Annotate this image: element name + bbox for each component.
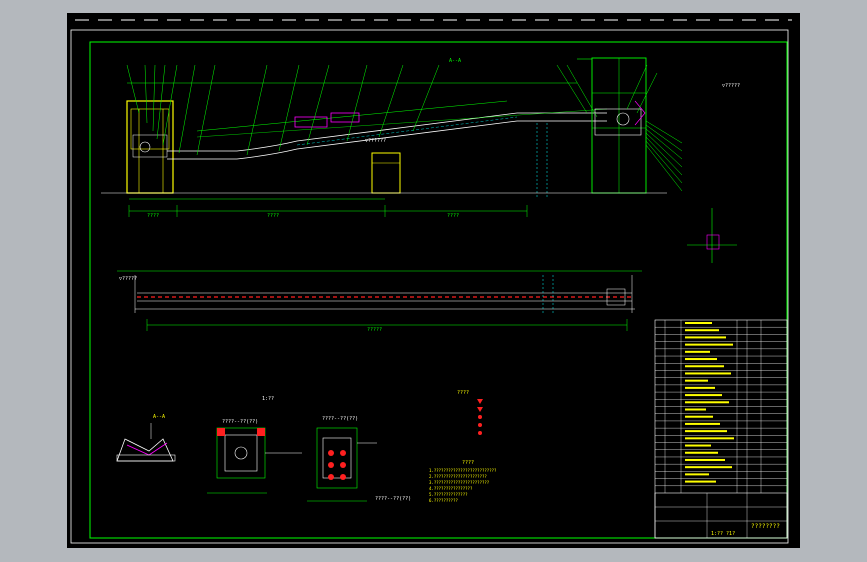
table-cell-mark xyxy=(685,451,718,454)
section-marker: A--A xyxy=(449,58,462,64)
table-cell-mark xyxy=(685,444,711,447)
middle-support xyxy=(371,152,401,194)
table-cell-mark xyxy=(685,386,715,389)
table-cell-mark xyxy=(685,401,729,404)
table-cell-mark xyxy=(685,466,732,469)
section-aa xyxy=(116,423,176,462)
side-detail-label: ????--??(??) xyxy=(375,496,412,502)
table-cell-mark xyxy=(685,437,734,440)
table-cell-mark xyxy=(685,329,719,332)
parts-table xyxy=(654,319,788,539)
note-6: 6.?????????? xyxy=(429,498,458,503)
tail-detail-label: ????--??(??) xyxy=(222,419,259,425)
notes-title: ???? xyxy=(462,460,475,466)
table-cell-mark xyxy=(685,394,722,397)
head-detail-label: ????--??(??) xyxy=(322,416,359,422)
dimension-mid: ???? xyxy=(267,213,280,219)
right-small-detail xyxy=(687,208,737,263)
table-cell-mark xyxy=(685,365,724,368)
legend-symbols xyxy=(477,399,483,435)
table-cell-mark xyxy=(685,336,726,339)
table-cell-mark xyxy=(685,379,708,382)
inner-frame xyxy=(89,41,788,539)
table-cell-mark xyxy=(685,430,727,433)
view-aa-label: A--A xyxy=(153,414,166,420)
table-cell-mark xyxy=(685,480,716,483)
table-cell-mark xyxy=(685,322,712,324)
title-block-sheet: 1:?? ?1? xyxy=(711,531,736,537)
table-cell-mark xyxy=(685,473,709,476)
title-block-title: ???????? xyxy=(751,523,780,530)
table-cell-mark xyxy=(685,350,710,353)
plan-label-left: ▽????? xyxy=(119,276,138,282)
outer-border xyxy=(70,29,789,544)
plan-view xyxy=(117,270,642,331)
dimension-right: ???? xyxy=(447,213,460,219)
tail-detail xyxy=(207,427,302,494)
legend-title: ???? xyxy=(457,390,470,396)
table-cell-mark xyxy=(685,372,731,375)
detail-scale-label: 1:?? xyxy=(262,396,275,402)
drawing-sheet: A--A ▽?????? ▽????? ???? ???? ???? ▽????… xyxy=(67,13,800,548)
table-cell-mark xyxy=(685,415,713,418)
table-cell-mark xyxy=(685,408,706,411)
table-cell-mark xyxy=(685,422,720,425)
drive-unit xyxy=(294,116,328,128)
table-cell-mark xyxy=(685,343,733,346)
dimension-left: ???? xyxy=(147,213,160,219)
elevation-label-mid: ▽?????? xyxy=(365,138,387,144)
head-detail xyxy=(307,427,377,502)
elevation-label-right: ▽????? xyxy=(722,83,741,89)
plan-length-label: ????? xyxy=(367,327,383,333)
table-cell-mark xyxy=(685,358,717,361)
table-cell-mark xyxy=(685,458,725,461)
